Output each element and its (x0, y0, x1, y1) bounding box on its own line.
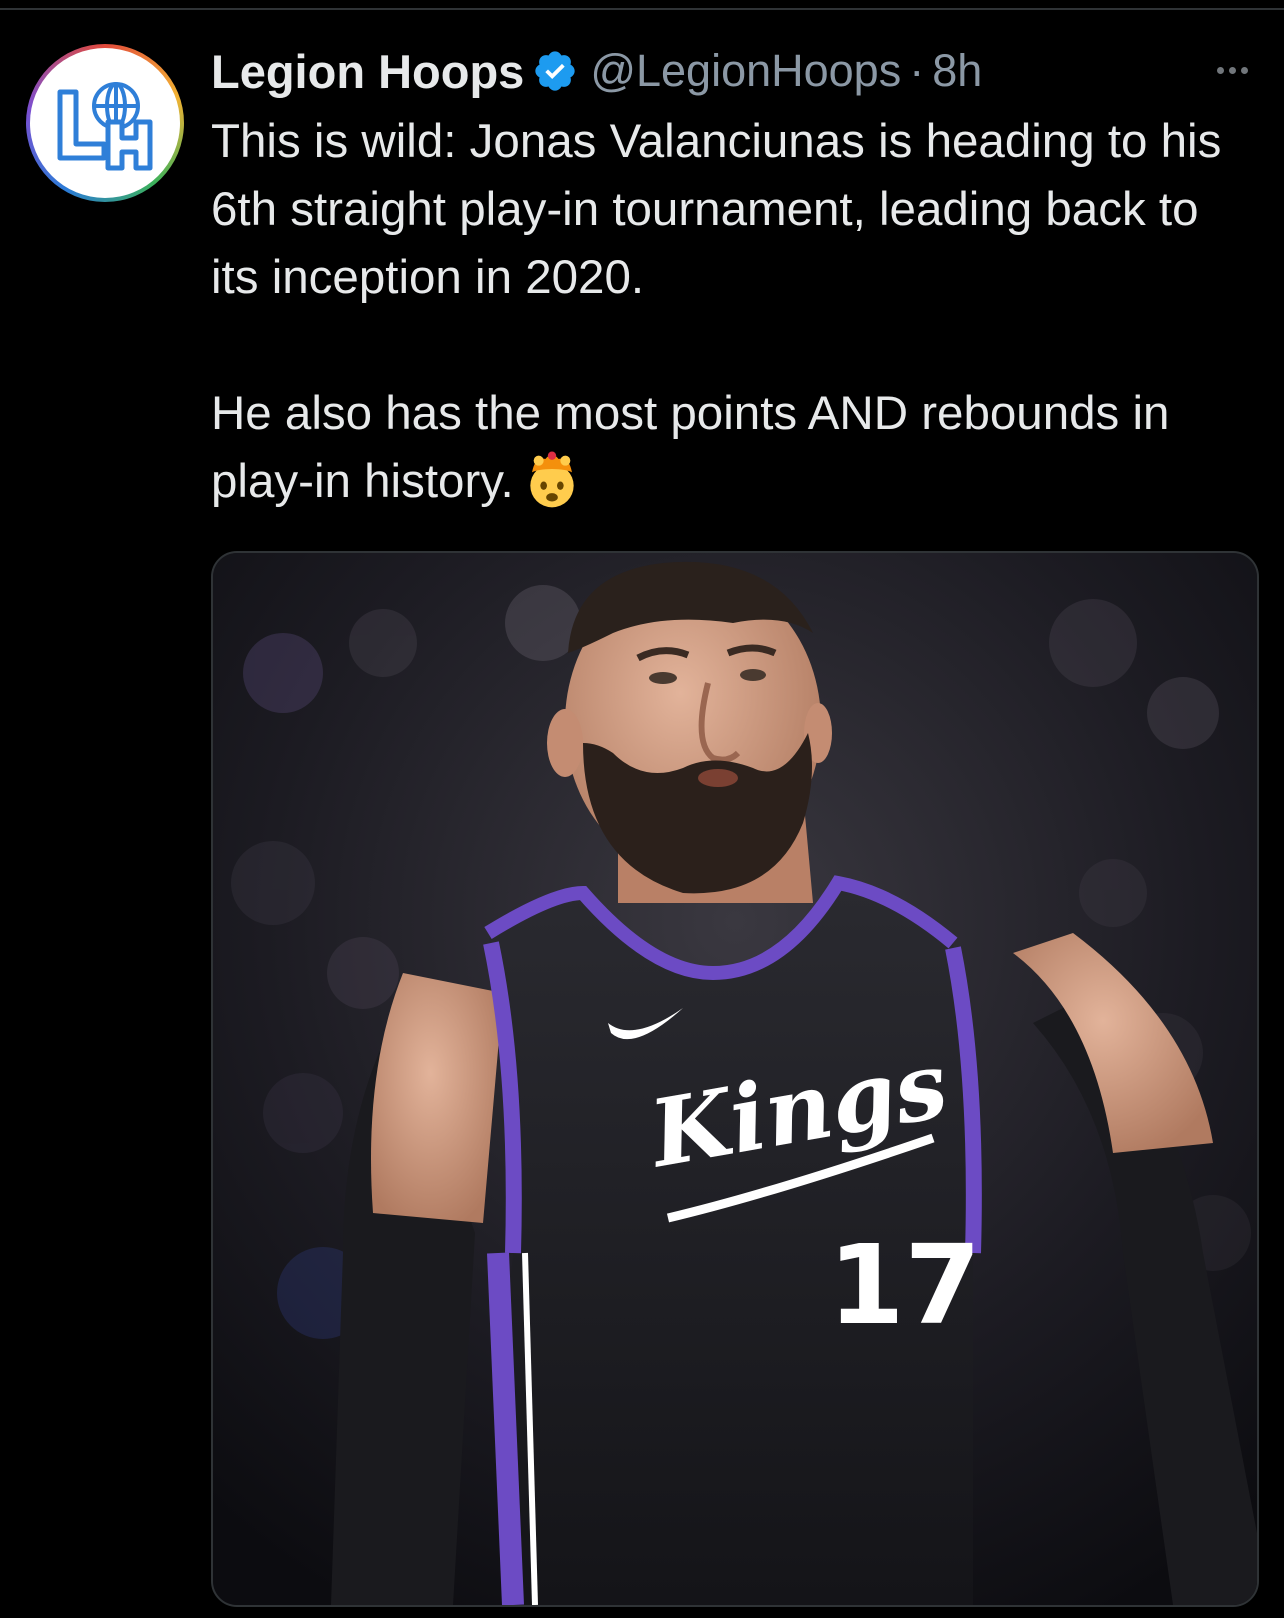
author-display-name[interactable]: Legion Hoops (211, 44, 524, 99)
exploding-head-emoji-icon (530, 451, 574, 508)
tweet-header: Legion Hoops @LegionHoops · 8h (211, 42, 982, 100)
author-handle[interactable]: @LegionHoops (590, 45, 901, 97)
dot (1240, 66, 1248, 74)
tweet-text: This is wild: Jonas Valanciunas is headi… (211, 108, 1251, 516)
tweet-text-paragraph-2: He also has the most points AND rebounds… (211, 380, 1251, 516)
tweet-text-paragraph-1: This is wild: Jonas Valanciunas is headi… (211, 115, 1222, 304)
tweet[interactable]: Legion Hoops @LegionHoops · 8h This is w… (0, 0, 1284, 1618)
verified-badge-icon[interactable] (532, 48, 578, 94)
separator-dot: · (909, 45, 925, 96)
divider (0, 8, 1284, 10)
tweet-timestamp[interactable]: 8h (932, 45, 982, 97)
avatar[interactable] (26, 44, 184, 202)
tweet-media-photo[interactable]: Kings 17 (211, 551, 1259, 1607)
more-options-icon[interactable] (1208, 52, 1256, 88)
tweet-text-paragraph-2-text: He also has the most points AND rebounds… (211, 387, 1170, 508)
dot (1228, 66, 1236, 74)
player-photo: Kings 17 (213, 553, 1257, 1605)
dot (1216, 66, 1224, 74)
jersey-number: 17 (828, 1221, 981, 1349)
legion-hoops-logo-icon (57, 82, 153, 171)
